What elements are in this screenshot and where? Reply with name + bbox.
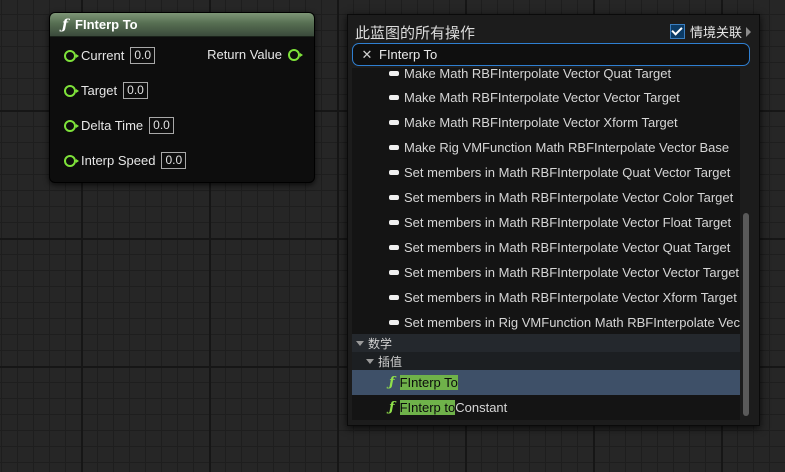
match-highlight: FInterp To xyxy=(399,375,458,390)
list-item[interactable]: Set members in Math RBFInterpolate Vecto… xyxy=(352,185,740,210)
list-item-label: Set members in Math RBFInterpolate Quat … xyxy=(404,165,731,180)
list-item[interactable]: Make Math RBFInterpolate Vector Vector T… xyxy=(352,85,740,110)
search-input[interactable] xyxy=(377,47,739,62)
function-icon: ƒ xyxy=(389,375,395,390)
struct-icon xyxy=(389,120,399,125)
struct-icon xyxy=(389,195,399,200)
list-item[interactable]: Set members in Math RBFInterpolate Vecto… xyxy=(352,210,740,235)
input-pin-icon[interactable] xyxy=(64,154,79,167)
struct-icon xyxy=(389,295,399,300)
list-item[interactable]: Set members in Math RBFInterpolate Vecto… xyxy=(352,235,740,260)
output-pin-return-value[interactable]: Return Value xyxy=(207,47,303,62)
struct-icon xyxy=(389,245,399,250)
input-pin-interp-speed[interactable]: Interp Speed 0.0 xyxy=(64,152,187,169)
match-highlight: FInterp to xyxy=(399,400,456,415)
pin-label: Current xyxy=(81,48,125,63)
list-item[interactable]: Make Math RBFInterpolate Vector Xform Ta… xyxy=(352,110,740,135)
input-pin-icon[interactable] xyxy=(64,119,79,132)
struct-icon xyxy=(389,145,399,150)
search-box[interactable]: ✕ xyxy=(352,43,750,66)
list-item-label: Make Rig VMFunction Math RBFInterpolate … xyxy=(404,140,730,155)
list-item-label: Set members in Math RBFInterpolate Vecto… xyxy=(404,240,731,255)
struct-icon xyxy=(389,320,399,325)
list-item[interactable]: Make Rig VMFunction Math RBFInterpolate … xyxy=(352,135,740,160)
input-pin-icon[interactable] xyxy=(64,84,79,97)
struct-icon xyxy=(389,95,399,100)
struct-icon xyxy=(389,220,399,225)
list-item[interactable]: Set members in Math RBFInterpolate Vecto… xyxy=(352,260,740,285)
collapse-arrow-icon[interactable] xyxy=(356,340,364,346)
result-finterp-to-constant[interactable]: ƒ FInterp to Constant xyxy=(352,395,740,420)
scrollbar-thumb[interactable] xyxy=(743,213,749,416)
expand-arrow-icon[interactable] xyxy=(746,26,751,37)
result-finterp-to[interactable]: ƒ FInterp To xyxy=(352,370,740,395)
list-item-label: Set members in Math RBFInterpolate Vecto… xyxy=(404,190,734,205)
target-value-field[interactable]: 0.0 xyxy=(123,82,148,99)
list-item-label: Set members in Math RBFInterpolate Vecto… xyxy=(404,265,740,280)
return-value-label: Return Value xyxy=(207,47,282,62)
output-pin-icon[interactable] xyxy=(288,48,303,61)
list-item-label: Make Math RBFInterpolate Vector Quat Tar… xyxy=(404,68,672,81)
list-item[interactable]: Set members in Rig VMFunction Math RBFIn… xyxy=(352,310,740,335)
pin-label: Target xyxy=(81,83,118,98)
current-value-field[interactable]: 0.0 xyxy=(130,47,156,64)
category-label: 数学 xyxy=(368,336,393,351)
category-interpolation[interactable]: 插值 xyxy=(352,352,740,370)
menu-title: 此蓝图的所有操作 xyxy=(355,25,476,42)
pin-label: Delta Time xyxy=(81,118,144,133)
finterp-to-node[interactable]: ƒ FInterp To Current 0.0 Target 0.0 Delt… xyxy=(49,12,315,183)
list-item-label: Make Math RBFInterpolate Vector Vector T… xyxy=(404,90,680,105)
node-header[interactable]: ƒ FInterp To xyxy=(50,13,314,37)
clear-search-icon[interactable]: ✕ xyxy=(357,47,377,63)
delta-time-value-field[interactable]: 0.0 xyxy=(149,117,174,134)
action-list[interactable]: Make Math RBFInterpolate Vector Quat Tar… xyxy=(352,68,740,420)
collapse-arrow-icon[interactable] xyxy=(366,358,374,364)
input-pin-icon[interactable] xyxy=(64,49,79,62)
struct-icon xyxy=(389,170,399,175)
result-label: Constant xyxy=(455,400,508,415)
list-item[interactable]: Make Math RBFInterpolate Vector Quat Tar… xyxy=(352,68,740,86)
pin-label: Interp Speed xyxy=(81,153,156,168)
function-icon: ƒ xyxy=(389,400,395,415)
context-sensitive-checkbox[interactable] xyxy=(669,24,685,39)
input-pin-target[interactable]: Target 0.0 xyxy=(64,82,148,99)
context-sensitive-label: 情境关联 xyxy=(689,25,742,40)
list-item[interactable]: Set members in Math RBFInterpolate Vecto… xyxy=(352,285,740,310)
function-icon: ƒ xyxy=(62,16,69,33)
struct-icon xyxy=(389,270,399,275)
category-math[interactable]: 数学 xyxy=(352,334,740,352)
list-item[interactable]: Set members in Math RBFInterpolate Quat … xyxy=(352,160,740,185)
list-item-label: Set members in Math RBFInterpolate Vecto… xyxy=(404,290,737,305)
node-title: FInterp To xyxy=(75,17,138,32)
action-menu[interactable]: 此蓝图的所有操作 情境关联 ✕ Make Math RBFInterpolate… xyxy=(347,14,760,426)
context-sensitive-toggle[interactable]: 情境关联 xyxy=(669,22,751,41)
input-pin-delta-time[interactable]: Delta Time 0.0 xyxy=(64,117,174,134)
input-pin-current[interactable]: Current 0.0 xyxy=(64,47,156,64)
list-item-label: Set members in Rig VMFunction Math RBFIn… xyxy=(404,315,740,330)
interp-speed-value-field[interactable]: 0.0 xyxy=(161,152,187,169)
list-item-label: Make Math RBFInterpolate Vector Xform Ta… xyxy=(404,115,678,130)
category-label: 插值 xyxy=(378,354,403,369)
struct-icon xyxy=(389,71,399,76)
list-item-label: Set members in Math RBFInterpolate Vecto… xyxy=(404,215,732,230)
